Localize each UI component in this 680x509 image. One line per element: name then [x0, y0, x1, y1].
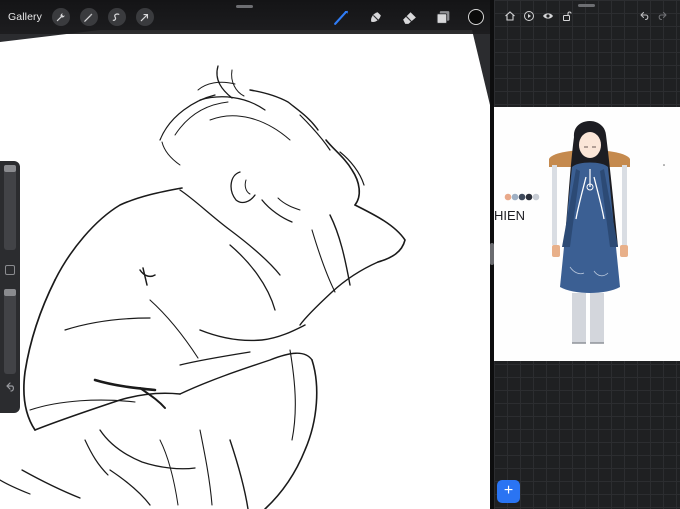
color-picker-button[interactable]: [468, 9, 484, 25]
transform-button[interactable]: [135, 8, 154, 26]
eraser-tool-button[interactable]: [398, 6, 420, 28]
reference-image[interactable]: HIEN: [494, 107, 680, 361]
palette-swatch-5: [532, 193, 540, 201]
reference-multitask-handle[interactable]: [578, 4, 595, 7]
undo-icon: [640, 11, 649, 21]
drawing-canvas[interactable]: [0, 0, 490, 509]
transform-arrow-icon: [141, 13, 149, 21]
reference-name-text: HIEN: [494, 208, 525, 223]
brush-size-knob[interactable]: [4, 165, 16, 172]
palette-swatch-3: [518, 193, 526, 201]
procreate-app: Gallery: [0, 0, 490, 509]
palette-swatch-1: [504, 193, 512, 201]
procreate-multitask-handle[interactable]: [236, 5, 253, 8]
eraser-icon: [402, 11, 416, 24]
brush-size-slider[interactable]: [4, 165, 16, 250]
palette-swatch-4: [525, 193, 533, 201]
unlock-icon: [563, 11, 572, 21]
layers-icon: [436, 10, 449, 24]
sidebar-undo-button[interactable]: [4, 380, 16, 392]
character-reference-art: HIEN: [494, 107, 680, 361]
adjustments-button[interactable]: [79, 8, 98, 26]
smudge-tool-button[interactable]: [364, 6, 386, 28]
procreate-sidebar: [0, 161, 20, 413]
add-reference-button[interactable]: +: [497, 480, 520, 503]
play-icon: [524, 11, 534, 21]
opacity-knob[interactable]: [4, 289, 16, 296]
undo-icon: [6, 382, 14, 392]
selection-button[interactable]: [107, 8, 126, 26]
smudge-icon: [370, 11, 381, 22]
modify-square-button[interactable]: [5, 265, 15, 275]
split-screen: Gallery HIEN +: [0, 0, 680, 509]
visibility-button[interactable]: [541, 9, 555, 23]
opacity-slider[interactable]: [4, 289, 16, 374]
redo-icon: [658, 11, 667, 21]
reference-undo-button[interactable]: [637, 9, 651, 23]
home-icon: [505, 11, 515, 21]
sketch-artwork: [0, 0, 490, 509]
palette-swatch-2: [511, 193, 519, 201]
brush-icon: [333, 10, 348, 25]
layers-button[interactable]: [432, 6, 454, 28]
selection-icon: [113, 12, 120, 21]
brush-tool-button[interactable]: [330, 6, 352, 28]
procreate-tool-group: [318, 0, 490, 34]
reference-redo-button[interactable]: [656, 9, 670, 23]
reference-toolbar: [494, 9, 680, 25]
lock-button[interactable]: [560, 9, 574, 23]
play-button[interactable]: [522, 9, 536, 23]
magic-wand-icon: [84, 12, 94, 22]
reference-app: HIEN +: [494, 0, 680, 509]
actions-wrench-button[interactable]: [51, 8, 70, 26]
home-button[interactable]: [503, 9, 517, 23]
wrench-icon: [57, 12, 66, 21]
gallery-button[interactable]: Gallery: [8, 11, 42, 23]
eye-icon: [543, 13, 553, 19]
